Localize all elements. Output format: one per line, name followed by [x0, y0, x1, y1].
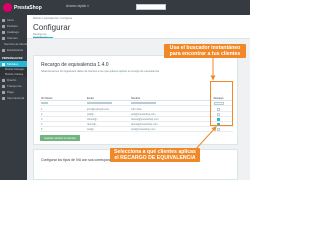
filter-name-input[interactable]	[131, 101, 156, 105]
brush-icon	[2, 78, 5, 82]
column-header[interactable]: Email	[87, 97, 131, 100]
card-icon	[2, 90, 5, 94]
cell-id: 4	[41, 123, 43, 126]
sidebar-item-internacional[interactable]: Internacional	[0, 95, 27, 101]
search-callout: Usa el buscador instantáneo para encontr…	[164, 44, 246, 58]
cell-email: pub@...	[87, 113, 96, 116]
quick-access-menu[interactable]: Acceso rápido ▾	[66, 4, 89, 8]
globe-icon	[2, 96, 5, 100]
sidebar-item-label: Internacional	[7, 96, 25, 100]
sidebar-item-label: Clientes	[7, 36, 18, 40]
cell-name: cliente@prestashop.com	[131, 118, 159, 121]
table-header: ID Cliente Email Nombre Recargo	[40, 97, 233, 101]
breadcrumb: Módulo / equivalencia / Configurar	[33, 17, 73, 20]
callout-line: para encontrar a tus clientes	[169, 51, 241, 58]
filter-cell	[40, 101, 87, 105]
sidebar-item-label: Catálogo	[7, 30, 20, 34]
tab-recargo[interactable]: Recargo de equivalencia	[33, 33, 53, 39]
app-window: PrestaShop Acceso rápido ▾ Inicio Pedido…	[0, 0, 250, 250]
cell-name: pub@prestashop.com	[131, 113, 156, 116]
sidebar-item-estadisticas[interactable]: Estadísticas	[0, 47, 27, 53]
tag-icon	[2, 30, 5, 34]
puzzle-icon	[2, 62, 5, 66]
column-header[interactable]: Nombre	[131, 97, 174, 100]
sidebar-item-label: Servicio al cliente	[4, 42, 28, 46]
panel-title: Recargo de equivalencia 1.4.0	[41, 62, 109, 68]
sidebar-item-label: Inicio	[7, 18, 15, 22]
table-row[interactable]: 1 john@example.com John Doe	[40, 108, 233, 112]
cell-id: 5	[41, 128, 43, 131]
cell-email: demo@...	[87, 123, 98, 126]
filter-row	[40, 101, 233, 106]
cell-email: test@...	[87, 128, 96, 131]
table-row[interactable]: 5 test@... test@prestashop.com	[40, 128, 233, 132]
recargo-checkbox[interactable]	[217, 128, 220, 131]
cell-name: demo@prestashop.com	[131, 123, 158, 126]
table-row[interactable]: 2 pub@... pub@prestashop.com	[40, 113, 233, 117]
chevron-down-icon: ▾	[87, 4, 89, 8]
config-panel: Recargo de equivalencia 1.4.0 Selecciona…	[33, 55, 238, 145]
chart-icon	[2, 48, 5, 52]
home-icon	[2, 18, 5, 22]
sidebar-item-label: Pedidos	[7, 24, 18, 28]
cell-id: 3	[41, 118, 43, 121]
cell-name: John Doe	[131, 108, 142, 111]
sidebar-item-label: Estadísticas	[7, 48, 24, 52]
prestashop-logo-icon	[3, 3, 12, 12]
save-button[interactable]: Guardar cambios en clientes	[40, 135, 80, 141]
truck-icon	[2, 84, 5, 88]
logo-text: PrestaShop	[14, 4, 42, 11]
column-header	[174, 97, 204, 100]
logo[interactable]: PrestaShop	[0, 0, 42, 15]
quick-access-label: Acceso rápido	[66, 4, 87, 8]
table-row[interactable]: 3 cliente@... cliente@prestashop.com	[40, 118, 233, 122]
cell-id: 1	[41, 108, 43, 111]
recargo-callout: Selecciona a qué clientes aplicas el REC…	[110, 148, 200, 162]
filter-cell	[87, 101, 131, 105]
top-search-input[interactable]	[136, 3, 166, 10]
top-bar: PrestaShop Acceso rápido ▾	[0, 0, 250, 15]
cell-id: 2	[41, 113, 43, 116]
sidebar-item-label: Módulos	[7, 62, 19, 66]
sidebar-item-label: Pago	[7, 90, 15, 94]
cell-recargo	[204, 128, 233, 131]
filter-id-input[interactable]	[41, 101, 48, 105]
sidebar-item-label: Transporte	[7, 84, 22, 88]
table-row[interactable]: 4 demo@... demo@prestashop.com	[40, 123, 233, 127]
cell-email: john@example.com	[87, 108, 110, 111]
sidebar: Inicio Pedidos Catálogo Clientes Servici…	[0, 15, 27, 180]
user-icon	[2, 36, 5, 40]
cart-icon	[2, 24, 5, 28]
cell-email: cliente@...	[87, 118, 99, 121]
column-header[interactable]: ID Cliente	[40, 97, 87, 100]
sidebar-item-label: Diseño	[7, 78, 17, 82]
panel-subtitle: Seleccionamos los siguientes datos de cl…	[41, 70, 160, 73]
recargo-column-highlight	[210, 81, 233, 126]
page-header: Módulo / equivalencia / Configurar Confi…	[27, 15, 250, 39]
page-title: Configurar	[33, 23, 71, 32]
callout-line: el RECARGO DE EQUIVALENCIA	[114, 155, 196, 162]
filter-cell	[131, 101, 174, 105]
filter-email-input[interactable]	[87, 101, 112, 105]
cell-name: test@prestashop.com	[131, 128, 156, 131]
